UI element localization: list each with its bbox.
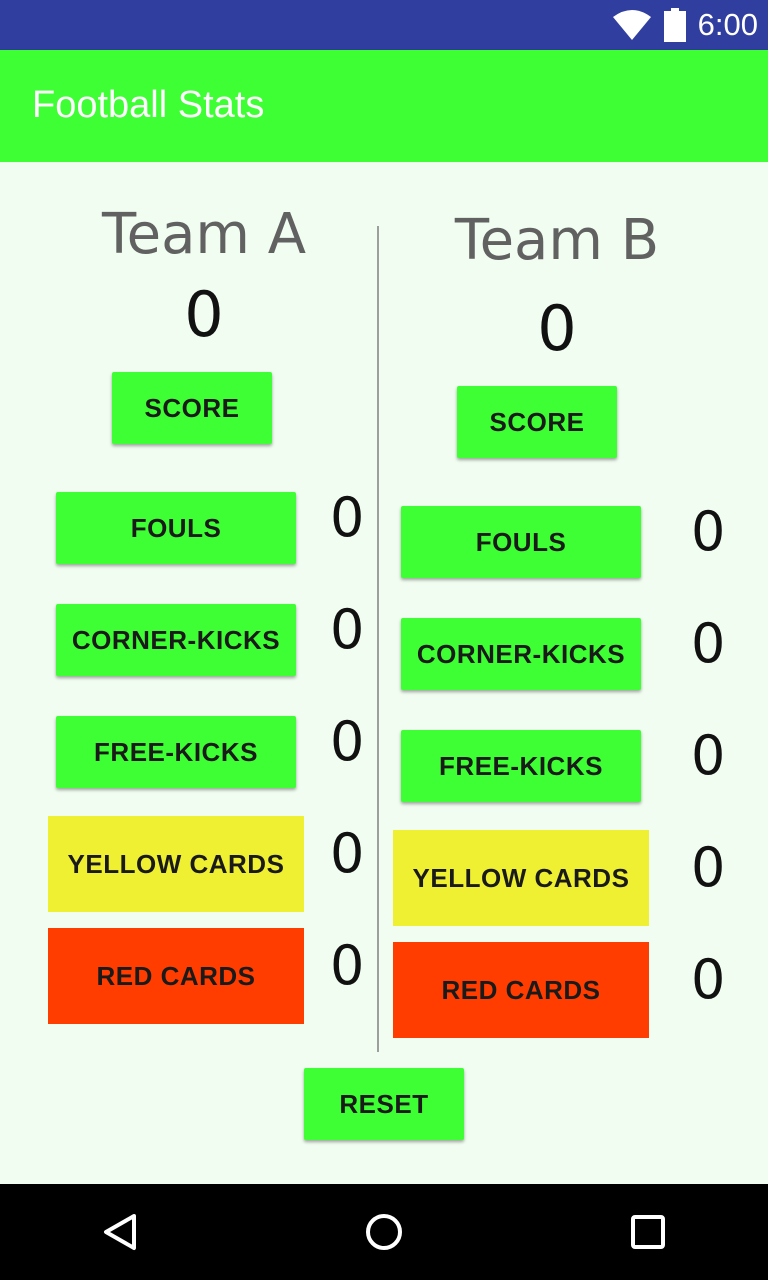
team-a-yellow-cards-button[interactable]: YELLOW CARDS <box>48 816 304 912</box>
team-b-yellow-cards-count: 0 <box>691 836 726 899</box>
team-a-red-cards-button[interactable]: RED CARDS <box>48 928 304 1024</box>
back-button[interactable] <box>80 1184 160 1280</box>
team-b-red-cards-button[interactable]: RED CARDS <box>393 942 649 1038</box>
recents-button[interactable] <box>608 1184 688 1280</box>
team-b-fouls-count: 0 <box>691 500 726 563</box>
app-title: Football Stats <box>32 84 265 126</box>
team-a-score-button[interactable]: SCORE <box>112 372 272 444</box>
battery-icon <box>663 8 686 42</box>
home-button[interactable] <box>344 1184 424 1280</box>
team-a-name: Team A <box>101 202 307 267</box>
recents-icon <box>631 1215 665 1249</box>
home-icon <box>366 1214 402 1250</box>
team-a-free-kicks-button[interactable]: FREE-KICKS <box>56 716 296 788</box>
team-a-yellow-cards-count: 0 <box>330 822 365 885</box>
main-content: Team A 0 SCORE FOULS 0 CORNER-KICKS 0 FR… <box>0 162 768 1184</box>
team-b-corner-kicks-count: 0 <box>691 612 726 675</box>
team-a-free-kicks-count: 0 <box>330 710 365 773</box>
status-time: 6:00 <box>697 7 758 42</box>
back-icon <box>104 1214 136 1250</box>
wifi-icon <box>612 10 651 40</box>
team-a-score: 0 <box>184 278 224 351</box>
team-a-red-cards-count: 0 <box>330 934 365 997</box>
team-b-fouls-button[interactable]: FOULS <box>401 506 641 578</box>
app-bar: Football Stats <box>0 50 768 162</box>
team-a-corner-kicks-count: 0 <box>330 598 365 661</box>
navigation-bar <box>0 1184 768 1280</box>
team-a-fouls-count: 0 <box>330 486 365 549</box>
team-b-corner-kicks-button[interactable]: CORNER-KICKS <box>401 618 641 690</box>
status-icons: 6:00 <box>612 0 758 50</box>
team-b-score: 0 <box>537 292 577 365</box>
team-b-yellow-cards-button[interactable]: YELLOW CARDS <box>393 830 649 926</box>
status-bar: 6:00 <box>0 0 768 50</box>
column-divider <box>377 226 379 1052</box>
team-a-fouls-button[interactable]: FOULS <box>56 492 296 564</box>
team-a-corner-kicks-button[interactable]: CORNER-KICKS <box>56 604 296 676</box>
team-b-name: Team B <box>454 208 660 273</box>
team-b-red-cards-count: 0 <box>691 948 726 1011</box>
team-b-free-kicks-button[interactable]: FREE-KICKS <box>401 730 641 802</box>
reset-button[interactable]: RESET <box>304 1068 464 1140</box>
team-b-score-button[interactable]: SCORE <box>457 386 617 458</box>
team-b-free-kicks-count: 0 <box>691 724 726 787</box>
